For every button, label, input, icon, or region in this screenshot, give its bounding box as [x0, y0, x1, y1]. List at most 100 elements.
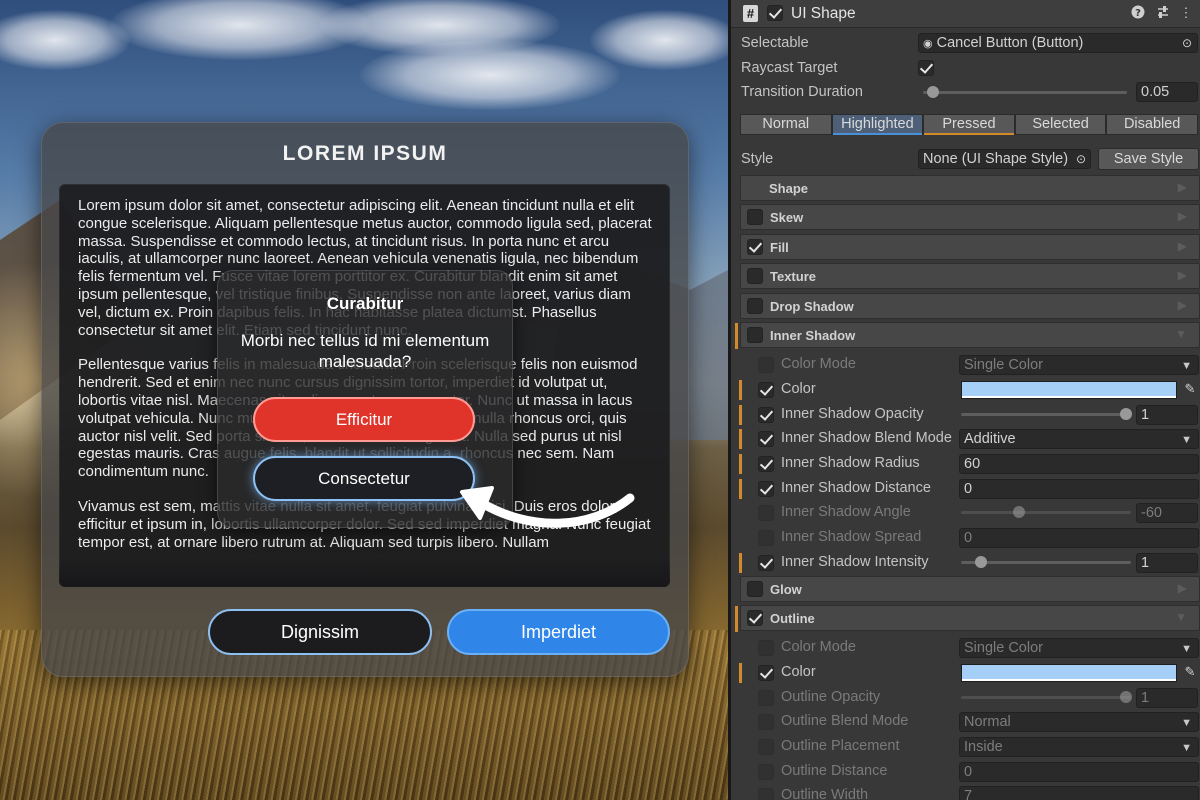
- section-label: Inner Shadow: [770, 328, 856, 343]
- override-checkbox[interactable]: [758, 555, 774, 571]
- style-object-field[interactable]: None (UI Shape Style) ⊙: [918, 149, 1091, 169]
- tab-pressed[interactable]: Pressed: [923, 114, 1015, 135]
- override-checkbox[interactable]: [758, 530, 774, 546]
- override-checkbox[interactable]: [758, 739, 774, 755]
- color-mode-dropdown[interactable]: Single Color ▼: [959, 638, 1199, 658]
- section-inner-shadow[interactable]: Inner Shadow ▼: [735, 322, 1200, 349]
- placement-dropdown[interactable]: Inside ▼: [959, 737, 1199, 757]
- object-picker-icon[interactable]: ⊙: [1182, 34, 1192, 52]
- angle-field[interactable]: -60: [1136, 503, 1198, 523]
- override-checkbox[interactable]: [758, 690, 774, 706]
- pointer-arrow-icon: [460, 486, 635, 528]
- override-checkbox[interactable]: [758, 357, 774, 373]
- override-marker: [739, 479, 742, 499]
- dropdown-value: Inside: [964, 739, 1003, 755]
- override-checkbox[interactable]: [758, 456, 774, 472]
- inner-shadow-spread-row: Inner Shadow Spread 0: [731, 526, 1200, 550]
- kebab-menu-icon[interactable]: ⋮: [1178, 5, 1194, 21]
- color-swatch[interactable]: [961, 381, 1177, 399]
- tab-selected[interactable]: Selected: [1014, 114, 1107, 135]
- color-swatch[interactable]: [961, 664, 1177, 682]
- tab-normal[interactable]: Normal: [740, 114, 832, 135]
- radius-field[interactable]: 60: [959, 454, 1199, 474]
- transition-duration-field[interactable]: 0.05: [1136, 82, 1198, 102]
- section-checkbox[interactable]: [747, 610, 763, 626]
- raycast-target-checkbox[interactable]: [918, 60, 934, 76]
- override-checkbox[interactable]: [758, 640, 774, 656]
- color-mode-dropdown[interactable]: Single Color ▼: [959, 355, 1199, 375]
- section-outline[interactable]: Outline ▼: [735, 605, 1200, 632]
- override-checkbox[interactable]: [758, 382, 774, 398]
- section-checkbox[interactable]: [747, 268, 763, 284]
- opacity-slider[interactable]: [961, 696, 1131, 699]
- section-checkbox[interactable]: [747, 239, 763, 255]
- section-texture[interactable]: Texture ▶: [740, 263, 1200, 289]
- inner-shadow-color-row: Color ✎: [731, 378, 1200, 402]
- width-field[interactable]: 7: [959, 786, 1199, 800]
- distance-field[interactable]: 0: [959, 762, 1199, 782]
- section-checkbox[interactable]: [747, 298, 763, 314]
- spread-field[interactable]: 0: [959, 528, 1199, 548]
- foldout-right-icon: ▶: [1177, 268, 1187, 282]
- cloud: [0, 10, 130, 70]
- object-icon: ◉: [923, 38, 933, 50]
- foldout-down-icon: ▼: [1175, 327, 1187, 341]
- override-checkbox[interactable]: [758, 407, 774, 423]
- transition-duration-slider-thumb[interactable]: [927, 86, 940, 98]
- override-checkbox[interactable]: [758, 764, 774, 780]
- override-checkbox[interactable]: [758, 788, 774, 800]
- save-style-button[interactable]: Save Style: [1098, 148, 1199, 170]
- outline-placement-row: Outline Placement Inside ▼: [731, 735, 1200, 759]
- component-enabled-checkbox[interactable]: [767, 5, 783, 21]
- dropdown-value: Normal: [964, 714, 1011, 730]
- override-checkbox[interactable]: [758, 665, 774, 681]
- property-label: Inner Shadow Angle: [781, 504, 911, 520]
- section-shape[interactable]: Shape ▶: [740, 175, 1200, 201]
- override-marker: [739, 663, 742, 683]
- override-checkbox[interactable]: [758, 714, 774, 730]
- section-checkbox[interactable]: [747, 327, 763, 343]
- angle-slider[interactable]: [961, 511, 1131, 514]
- opacity-field[interactable]: 1: [1136, 688, 1198, 708]
- angle-slider-thumb[interactable]: [1013, 506, 1025, 518]
- opacity-slider-thumb[interactable]: [1120, 408, 1132, 420]
- cloud: [360, 40, 620, 110]
- section-label: Drop Shadow: [770, 299, 854, 314]
- imperdiet-button[interactable]: Imperdiet: [447, 609, 670, 655]
- opacity-slider-thumb[interactable]: [1120, 691, 1132, 703]
- selectable-object-field[interactable]: ◉ Cancel Button (Button) ⊙: [918, 33, 1198, 53]
- tab-underline: [832, 133, 923, 135]
- section-checkbox[interactable]: [747, 581, 763, 597]
- foldout-right-icon: ▶: [1177, 581, 1187, 595]
- component-header[interactable]: # UI Shape ? ⋮: [731, 0, 1200, 28]
- intensity-slider-thumb[interactable]: [975, 556, 987, 568]
- section-glow[interactable]: Glow ▶: [740, 576, 1200, 602]
- blend-mode-dropdown[interactable]: Additive ▼: [959, 429, 1199, 449]
- dignissim-button[interactable]: Dignissim: [208, 609, 432, 655]
- override-checkbox[interactable]: [758, 481, 774, 497]
- override-checkbox[interactable]: [758, 505, 774, 521]
- section-drop-shadow[interactable]: Drop Shadow ▶: [740, 293, 1200, 319]
- chevron-down-icon: ▼: [1181, 742, 1192, 754]
- tab-highlighted[interactable]: Highlighted: [831, 114, 924, 135]
- opacity-field[interactable]: 1: [1136, 405, 1198, 425]
- section-checkbox[interactable]: [747, 209, 763, 225]
- eyedropper-icon[interactable]: ✎: [1181, 381, 1199, 399]
- help-icon[interactable]: ?: [1130, 5, 1146, 21]
- override-marker: [739, 454, 742, 474]
- efficitur-button[interactable]: Efficitur: [253, 397, 475, 442]
- eyedropper-icon[interactable]: ✎: [1181, 664, 1199, 682]
- tab-disabled[interactable]: Disabled: [1106, 114, 1198, 135]
- section-skew[interactable]: Skew ▶: [740, 204, 1200, 230]
- inner-shadow-opacity-row: Inner Shadow Opacity 1: [731, 403, 1200, 427]
- transition-duration-slider[interactable]: [923, 91, 1127, 94]
- object-picker-icon[interactable]: ⊙: [1075, 150, 1086, 168]
- distance-field[interactable]: 0: [959, 479, 1199, 499]
- property-label: Outline Placement: [781, 738, 900, 754]
- opacity-slider[interactable]: [961, 413, 1131, 416]
- section-fill[interactable]: Fill ▶: [740, 234, 1200, 260]
- override-checkbox[interactable]: [758, 431, 774, 447]
- intensity-field[interactable]: 1: [1136, 553, 1198, 573]
- blend-mode-dropdown[interactable]: Normal ▼: [959, 712, 1199, 732]
- settings-sliders-icon[interactable]: [1155, 5, 1171, 21]
